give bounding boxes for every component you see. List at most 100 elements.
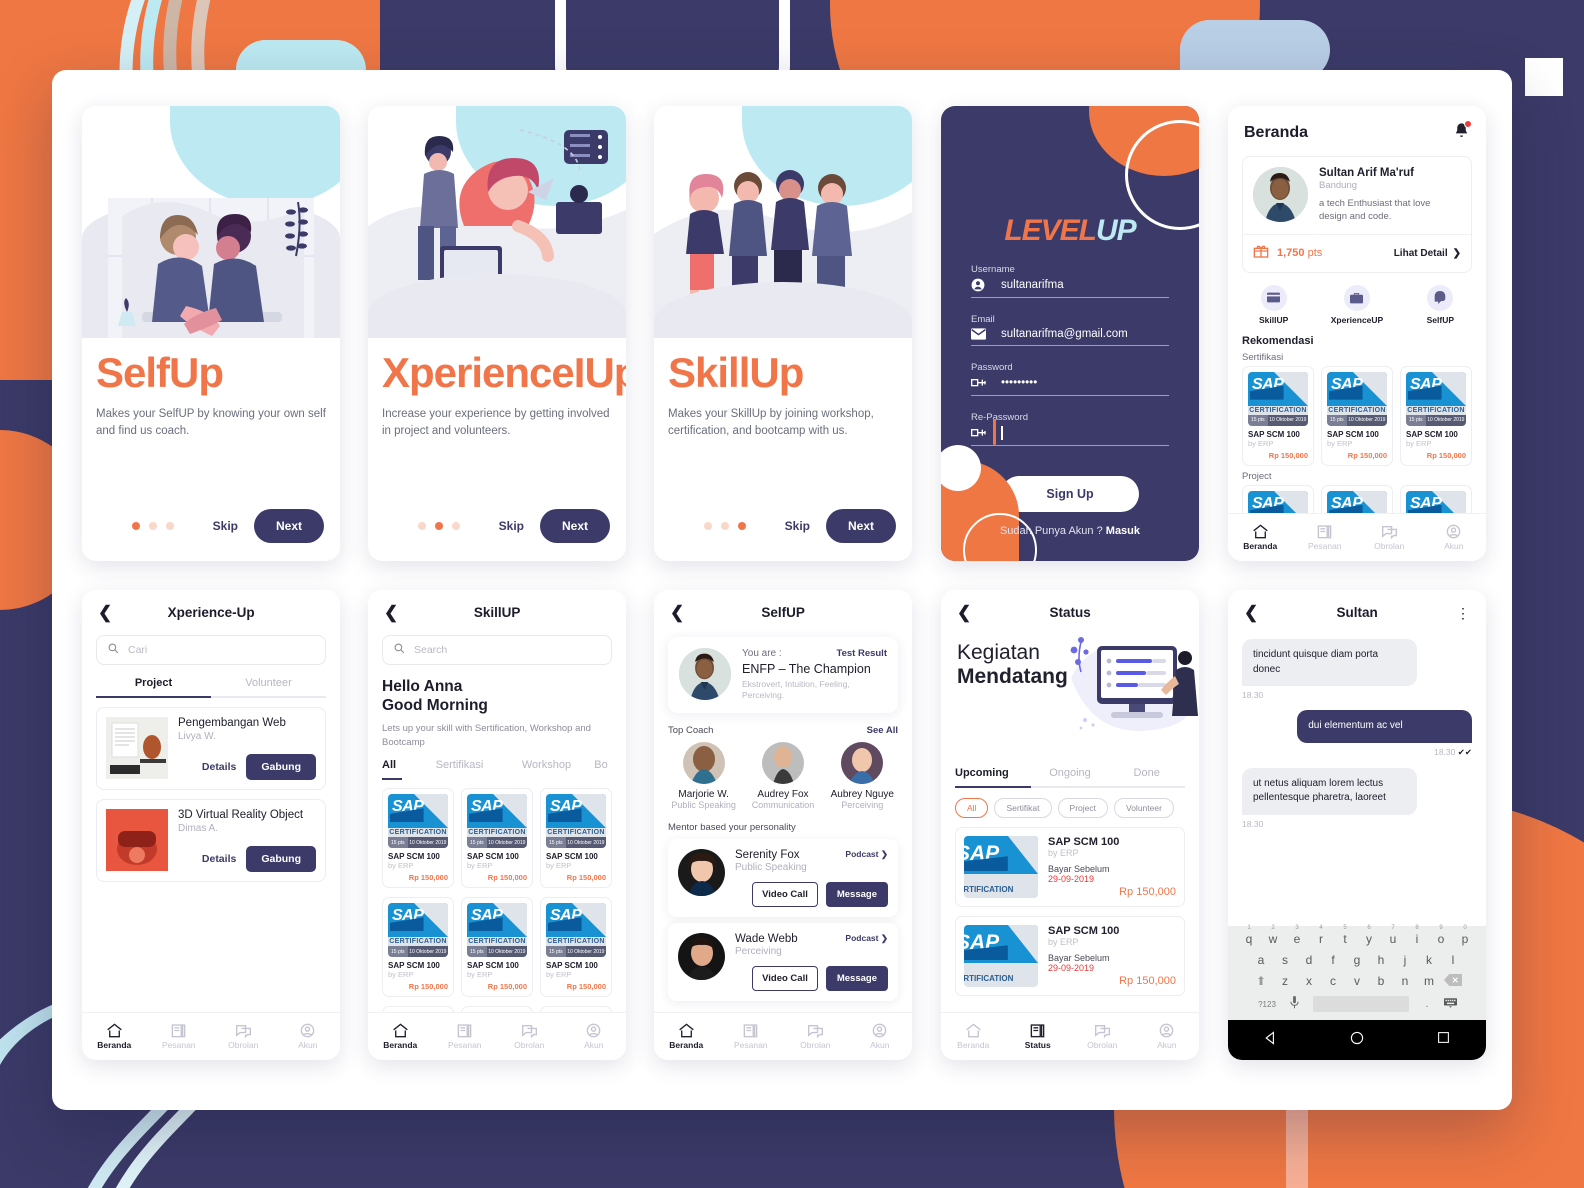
tab-workshop[interactable]: Workshop <box>503 759 590 778</box>
dot-3[interactable] <box>166 522 174 530</box>
key-j[interactable]: j <box>1394 953 1416 967</box>
back-icon[interactable]: ❮ <box>384 604 398 621</box>
search-input[interactable]: Cari <box>96 635 326 665</box>
key-m[interactable]: m <box>1418 974 1440 989</box>
nav-akun[interactable]: Akun <box>848 1023 913 1050</box>
nav-status[interactable]: Status <box>1006 1023 1071 1050</box>
tab-done[interactable]: Done <box>1108 767 1185 786</box>
cert-card[interactable]: SAP CERTIFICATION 15 pts 10 Oktober 2019 SAP… <box>382 897 454 998</box>
cert-card[interactable]: SAP CERTIFICATION 15 pts 10 Oktober 2019 SA… <box>1400 365 1472 466</box>
dot-2[interactable] <box>435 522 443 530</box>
key-r[interactable]: 4r <box>1310 925 1332 946</box>
cert-card[interactable]: SAP CERTIFICATION 15 pts 10 Oktober 2019 SA… <box>1242 365 1314 466</box>
cert-card[interactable]: SAP CERTIFICATION 15 pts 10 Oktober 2019 SAP… <box>540 897 612 998</box>
dot-2[interactable] <box>149 522 157 530</box>
skip-button[interactable]: Skip <box>785 519 810 533</box>
nav-pesanan[interactable]: Pesanan <box>719 1023 784 1050</box>
nav-akun[interactable]: Akun <box>276 1023 341 1050</box>
video-call-button[interactable]: Video Call <box>752 965 818 991</box>
shortcut-skillup[interactable]: SkillUP <box>1232 284 1315 325</box>
status-item[interactable]: SAP ERTIFICATION SAP SCM 100 by ERP Baya… <box>955 916 1185 997</box>
nav-obrolan[interactable]: Obrolan <box>211 1023 276 1050</box>
keyboard-icon[interactable] <box>1439 997 1461 1011</box>
nav-obrolan[interactable]: Obrolan <box>1357 524 1422 551</box>
cert-card[interactable]: SAP CERTIFICATION 15 pts 10 Oktober 2019 SAP… <box>382 788 454 889</box>
message-button[interactable]: Message <box>825 965 888 991</box>
chip-all[interactable]: All <box>955 798 989 819</box>
video-call-button[interactable]: Video Call <box>752 881 818 907</box>
key-z[interactable]: z <box>1274 974 1296 989</box>
password-field[interactable]: Password ••••••••• <box>971 346 1169 396</box>
join-button[interactable]: Gabung <box>246 754 316 780</box>
cert-card[interactable]: SAP CERTIFICATION 15 pts 10 Oktober 2019 SAP… <box>461 788 533 889</box>
skip-button[interactable]: Skip <box>499 519 524 533</box>
nav-beranda[interactable]: Beranda <box>368 1023 433 1050</box>
notification-bell-icon[interactable] <box>1453 120 1472 144</box>
home-icon[interactable] <box>1349 1030 1365 1051</box>
key-u[interactable]: 7u <box>1382 925 1404 946</box>
key-l[interactable]: l <box>1442 953 1464 967</box>
back-icon[interactable]: ❮ <box>670 604 684 621</box>
key-h[interactable]: h <box>1370 953 1392 967</box>
coach-item[interactable]: Marjorie W. Public Speaking <box>664 741 743 810</box>
key-g[interactable]: g <box>1346 953 1368 967</box>
nav-pesanan[interactable]: Pesanan <box>147 1023 212 1050</box>
details-button[interactable]: Details <box>202 853 236 865</box>
cert-card[interactable]: SAP CERTIFICATION 15 pts 10 Oktober 2019 SAP… <box>461 897 533 998</box>
key-x[interactable]: x <box>1298 974 1320 989</box>
nav-obrolan[interactable]: Obrolan <box>1070 1023 1135 1050</box>
dot-3[interactable] <box>738 522 746 530</box>
dot-1[interactable] <box>418 522 426 530</box>
nav-beranda[interactable]: Beranda <box>82 1023 147 1050</box>
nav-obrolan[interactable]: Obrolan <box>497 1023 562 1050</box>
tab-upcoming[interactable]: Upcoming <box>955 767 1032 786</box>
dot-2[interactable] <box>721 522 729 530</box>
chip-sertifikat[interactable]: Sertifikat <box>994 798 1052 819</box>
back-icon[interactable]: ❮ <box>957 604 971 621</box>
details-button[interactable]: Details <box>202 761 236 773</box>
tab-volunteer[interactable]: Volunteer <box>211 677 326 696</box>
tab-sertifikasi[interactable]: Sertifikasi <box>416 759 503 778</box>
space-key[interactable] <box>1313 996 1409 1012</box>
key-d[interactable]: d <box>1298 953 1320 967</box>
cert-card[interactable]: SAP CERTIFICATION 15 pts 10 Oktober 2019 SAP… <box>540 788 612 889</box>
message-button[interactable]: Message <box>825 881 888 907</box>
tab-project[interactable]: Project <box>96 677 211 696</box>
key-f[interactable]: f <box>1322 953 1344 967</box>
dot-1[interactable] <box>132 522 140 530</box>
nav-beranda[interactable]: Beranda <box>1228 524 1293 551</box>
key-w[interactable]: 2w <box>1262 925 1284 946</box>
symbols-key[interactable]: ?123 <box>1253 1000 1281 1009</box>
chip-project[interactable]: Project <box>1057 798 1108 819</box>
nav-beranda[interactable]: Beranda <box>941 1023 1006 1050</box>
more-vertical-icon[interactable]: ⋮ <box>1456 605 1470 622</box>
key-k[interactable]: k <box>1418 953 1440 967</box>
tab-ongoing[interactable]: Ongoing <box>1032 767 1109 786</box>
see-all-link[interactable]: See All <box>867 725 898 736</box>
points-row[interactable]: 1,750 pts Lihat Detail ❯ <box>1243 233 1471 272</box>
list-item[interactable]: Pengembangan Web Livya W. Details Gabung <box>96 707 326 790</box>
status-item[interactable]: SAP ERTIFICATION SAP SCM 100 by ERP Baya… <box>955 827 1185 908</box>
nav-pesanan[interactable]: Pesanan <box>1293 524 1358 551</box>
shortcut-xperienceup[interactable]: XperienceUP <box>1315 284 1398 325</box>
repassword-field[interactable]: Re-Password <box>971 396 1169 446</box>
list-item[interactable]: 3D Virtual Reality Object Dimas A. Detai… <box>96 799 326 882</box>
coach-item[interactable]: Audrey Fox Communication <box>743 741 822 810</box>
nav-beranda[interactable]: Beranda <box>654 1023 719 1050</box>
key-i[interactable]: 8i <box>1406 925 1428 946</box>
recents-icon[interactable] <box>1436 1030 1451 1050</box>
back-icon[interactable]: ❮ <box>98 604 112 621</box>
signup-button[interactable]: Sign Up <box>1001 476 1139 512</box>
key-q[interactable]: 1q <box>1238 925 1260 946</box>
key-b[interactable]: b <box>1370 974 1392 989</box>
coach-item[interactable]: Aubrey Nguye Perceiving <box>823 741 902 810</box>
next-button[interactable]: Next <box>539 509 610 543</box>
key-a[interactable]: a <box>1250 953 1272 967</box>
tab-all[interactable]: All <box>382 759 416 778</box>
key-n[interactable]: n <box>1394 974 1416 989</box>
nav-pesanan[interactable]: Pesanan <box>433 1023 498 1050</box>
microphone-icon[interactable] <box>1283 996 1305 1012</box>
next-button[interactable]: Next <box>253 509 324 543</box>
test-result-link[interactable]: Test Result <box>836 648 887 659</box>
period-key[interactable]: . <box>1417 998 1437 1010</box>
